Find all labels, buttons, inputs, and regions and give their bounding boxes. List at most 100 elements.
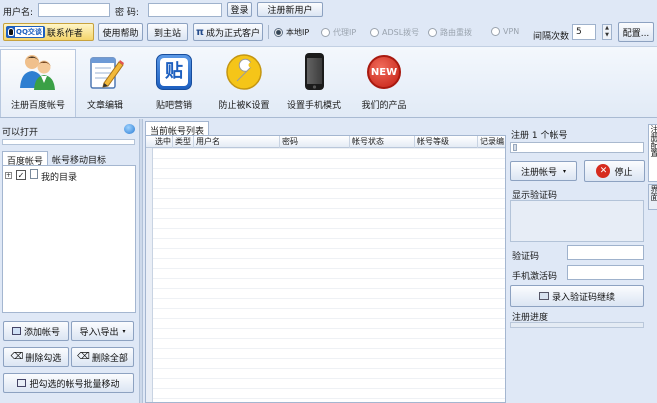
qq-badge-text: QQ交谈 — [15, 27, 43, 37]
captcha-input[interactable] — [567, 245, 644, 260]
toolbar-our-products[interactable]: NEW 我们的产品 — [346, 49, 422, 117]
reg-progress-bar — [510, 322, 644, 328]
dropdown-arrow-icon: ▾ — [122, 327, 126, 335]
status-bubble-icon — [124, 124, 135, 134]
right-panel-empty — [510, 330, 644, 403]
delete-checked-label: 删除勾选 — [25, 353, 62, 364]
keyboard-icon — [538, 292, 549, 300]
interval-spinner[interactable]: 5 — [572, 24, 596, 40]
toolbar-article-editor[interactable]: 文章编辑 — [67, 49, 143, 117]
tree-root-label[interactable]: 我的目录 — [41, 170, 77, 183]
directory-tree: + ✓ 我的目录 — [2, 165, 136, 313]
code-label: 验证码 — [512, 252, 540, 262]
col-type[interactable]: 类型 — [173, 136, 194, 148]
password-label: 密 码: — [115, 8, 139, 18]
ip-mode-router[interactable]: 路由重拨 — [428, 27, 472, 38]
status-text: 可以打开 — [2, 128, 39, 138]
stop-button[interactable]: ✕ 停止 — [584, 160, 645, 182]
ip-mode-local[interactable]: 本地IP — [274, 27, 309, 38]
side-tab-1-label: 注册配置 — [650, 125, 657, 157]
register-new-user-button[interactable]: 注册新用户 — [257, 2, 323, 17]
toolbar-label: 防止被K设置 — [218, 101, 270, 111]
tieba-glyph: 贴 — [160, 58, 188, 86]
toolbar-label: 设置手机模式 — [286, 101, 341, 111]
toolbar-label: 我们的产品 — [361, 101, 407, 111]
import-export-button[interactable]: 导入\导出 ▾ — [71, 321, 134, 341]
submit-captcha-label: 录入验证码继续 — [551, 292, 615, 303]
register-progress-bar — [510, 142, 644, 153]
sms-code-input[interactable] — [567, 265, 644, 280]
sms-label: 手机激活码 — [512, 272, 558, 282]
upgrade-label: 成为正式客户 — [205, 28, 260, 39]
pi-icon: π — [196, 26, 204, 38]
delete-all-label: 删除全部 — [91, 353, 128, 364]
batch-move-button[interactable]: 把勾选的帐号批量移动 — [3, 373, 134, 393]
eraser-icon: ⌫ — [77, 352, 90, 362]
wrench-icon — [225, 52, 263, 92]
stop-label: 停止 — [614, 167, 633, 178]
phone-icon — [295, 52, 333, 92]
tree-checkbox[interactable]: ✓ — [16, 170, 26, 180]
home-site-button[interactable]: 到主站 — [147, 23, 188, 41]
col-account-level[interactable]: 帐号等级 — [415, 136, 478, 148]
delete-all-button[interactable]: ⌫ 删除全部 — [71, 347, 134, 367]
notepad-pencil-icon — [86, 52, 124, 92]
contact-author-label: 联系作者 — [46, 28, 83, 39]
toolbar-register-baidu[interactable]: 注册百度帐号 — [0, 49, 76, 117]
login-button[interactable]: 登录 — [227, 2, 252, 17]
splitter[interactable] — [139, 119, 143, 403]
username-label: 用户名: — [3, 8, 34, 18]
register-account-button[interactable]: 注册帐号 ▾ — [510, 161, 577, 181]
help-button[interactable]: 使用帮助 — [98, 23, 143, 41]
interval-label: 间隔次数 — [533, 32, 570, 42]
col-username[interactable]: 用户名 — [194, 136, 280, 148]
dropdown-arrow-icon: ▾ — [563, 167, 567, 175]
add-account-button[interactable]: 添加帐号 — [3, 321, 69, 341]
toolbar-tieba-marketing[interactable]: 贴 贴吧营销 — [136, 49, 212, 117]
new-badge-icon: NEW — [365, 52, 403, 92]
table-body — [153, 148, 505, 402]
register-count-label: 注册 1 个帐号 — [511, 131, 568, 141]
toolbar-label: 文章编辑 — [86, 101, 123, 111]
divider — [268, 25, 269, 39]
side-tab-register-config[interactable]: 注册配置 — [648, 124, 657, 182]
col-selected[interactable]: 选中 — [153, 136, 173, 148]
table-header: 选中 类型 用户名 密码 帐号状态 帐号等级 记录编 — [146, 136, 505, 148]
toolbar-label: 贴吧营销 — [155, 101, 192, 111]
col-password[interactable]: 密码 — [280, 136, 350, 148]
col-record[interactable]: 记录编 — [478, 136, 505, 148]
upgrade-button[interactable]: π 成为正式客户 — [193, 23, 263, 41]
progress-thumb[interactable] — [513, 144, 517, 151]
password-input[interactable] — [148, 3, 222, 17]
ip-mode-adsl[interactable]: ADSL拨号 — [370, 27, 419, 38]
move-icon — [17, 379, 27, 387]
submit-captcha-continue-button[interactable]: 录入验证码继续 — [510, 285, 644, 307]
delete-checked-button[interactable]: ⌫ 删除勾选 — [3, 347, 69, 367]
contact-author-button[interactable]: QQ交谈 联系作者 — [3, 23, 94, 41]
qq-icon: QQ交谈 — [6, 26, 45, 38]
side-tab-interface[interactable]: 界面 — [648, 184, 657, 210]
ip-mode-vpn[interactable]: VPN — [491, 27, 519, 36]
eraser-icon: ⌫ — [10, 352, 24, 362]
toolbar-anti-ban-settings[interactable]: 防止被K设置 — [206, 49, 282, 117]
toolbar-phone-mode[interactable]: 设置手机模式 — [276, 49, 352, 117]
add-account-label: 添加帐号 — [23, 327, 60, 338]
import-export-label: 导入\导出 — [79, 327, 119, 338]
status-progress — [2, 139, 135, 145]
file-icon — [30, 169, 38, 179]
tree-expand-icon[interactable]: + — [5, 172, 12, 179]
side-tab-2-label: 界面 — [650, 185, 657, 201]
batch-move-label: 把勾选的帐号批量移动 — [29, 379, 120, 390]
captcha-image — [510, 200, 644, 242]
accounts-table: 选中 类型 用户名 密码 帐号状态 帐号等级 记录编 — [145, 135, 506, 403]
register-account-label: 注册帐号 — [520, 167, 557, 178]
col-account-status[interactable]: 帐号状态 — [350, 136, 415, 148]
ip-mode-proxy[interactable]: 代理IP — [321, 27, 356, 38]
stop-icon: ✕ — [596, 164, 611, 178]
username-input[interactable] — [38, 3, 110, 17]
users-icon — [19, 52, 57, 92]
config-button[interactable]: 配置... — [618, 22, 654, 42]
row-header-strip — [146, 136, 153, 402]
toolbar-label: 注册百度帐号 — [10, 101, 65, 111]
interval-spinner-arrows[interactable]: ▲ ▼ — [602, 24, 612, 40]
